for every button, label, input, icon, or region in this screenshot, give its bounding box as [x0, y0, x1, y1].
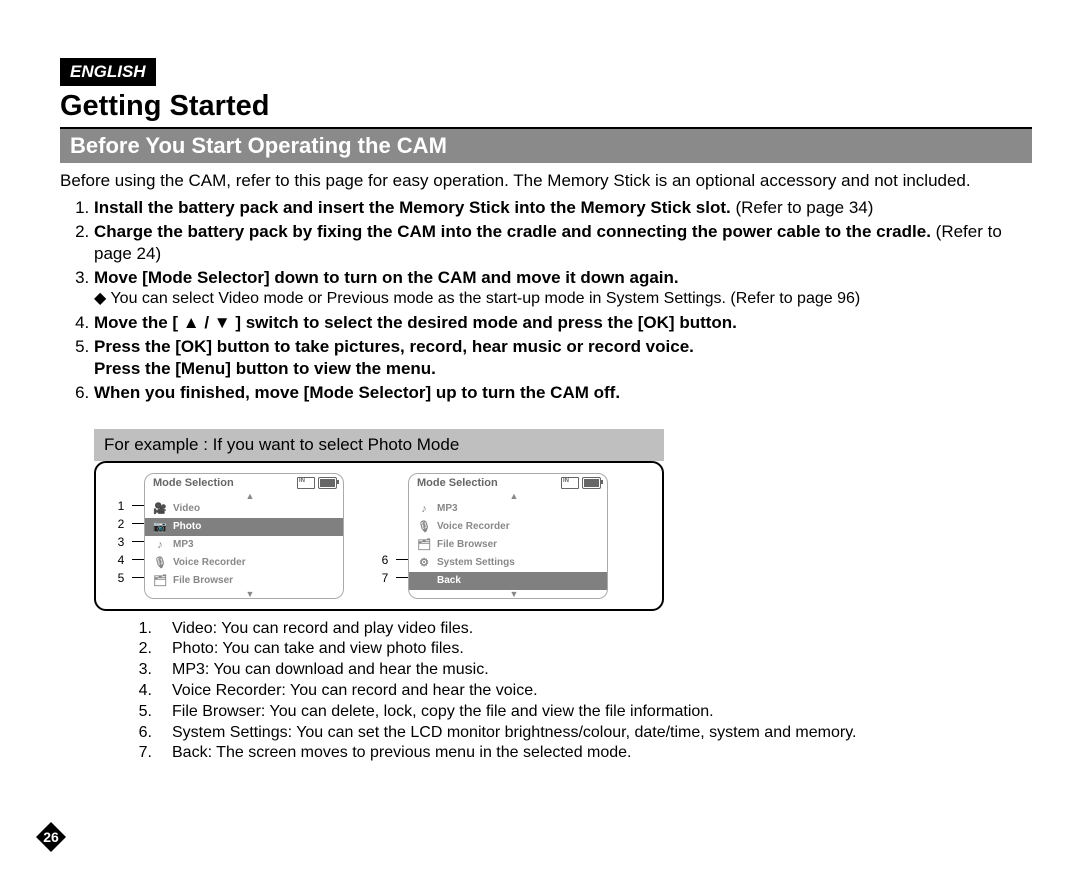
mode-item: 🗂 File Browser: [409, 536, 607, 554]
mode-item-icon: 🎙: [417, 520, 431, 533]
description-number: 2.: [134, 639, 152, 660]
battery-icon: [318, 477, 337, 489]
mode-item: ♪ MP3: [409, 500, 607, 518]
left-screen-title: Mode Selection: [153, 477, 234, 489]
mode-item-icon: 🗂: [417, 538, 431, 551]
mode-item-icon: 📷: [153, 520, 167, 533]
description-row: 1. Video: You can record and play video f…: [134, 619, 1032, 640]
description-text: Video: You can record and play video fil…: [172, 619, 473, 640]
mode-item-label: File Browser: [437, 539, 497, 550]
step-5-bold-b: Press the [Menu] button to view the menu…: [94, 359, 436, 378]
battery-icon: [582, 477, 601, 489]
mode-item-label: MP3: [437, 503, 458, 514]
step-4-bold: Move the [ ▲ / ▼ ] switch to select the …: [94, 313, 737, 332]
step-4: Move the [ ▲ / ▼ ] switch to select the …: [94, 312, 1032, 334]
intro-text: Before using the CAM, refer to this page…: [60, 171, 1032, 191]
description-list: 1. Video: You can record and play video f…: [134, 619, 1032, 765]
step-2-bold: Charge the battery pack by fixing the CA…: [94, 222, 931, 241]
memory-icon: IN: [561, 477, 579, 489]
mode-item: 📷 Photo: [145, 518, 343, 536]
mode-item-icon: 🎥: [153, 502, 167, 515]
mode-item: 🗂 File Browser: [145, 572, 343, 590]
mode-item-label: Photo: [173, 521, 201, 532]
description-number: 7.: [134, 743, 152, 764]
mode-item-label: Video: [173, 503, 200, 514]
mode-item-label: MP3: [173, 539, 194, 550]
mode-item-label: File Browser: [173, 575, 233, 586]
description-text: MP3: You can download and hear the music…: [172, 660, 489, 681]
mode-item-icon: 🗂: [153, 574, 167, 587]
description-row: 4. Voice Recorder: You can record and hea…: [134, 681, 1032, 702]
steps-list: Install the battery pack and insert the …: [60, 197, 1032, 405]
description-text: File Browser: You can delete, lock, copy…: [172, 702, 714, 723]
description-text: Photo: You can take and view photo files…: [172, 639, 464, 660]
description-number: 4.: [134, 681, 152, 702]
description-number: 1.: [134, 619, 152, 640]
arrow-up-icon: ▲: [409, 492, 607, 500]
step-2: Charge the battery pack by fixing the CA…: [94, 221, 1032, 265]
step-6: When you finished, move [Mode Selector] …: [94, 382, 1032, 404]
mode-item-label: System Settings: [437, 557, 515, 568]
right-numbers: 6 7: [374, 473, 396, 587]
page-title: Getting Started: [60, 90, 1032, 123]
step-1-bold: Install the battery pack and insert the …: [94, 198, 731, 217]
description-number: 6.: [134, 723, 152, 744]
mode-item: ⚙ System Settings: [409, 554, 607, 572]
mode-item: ♪ MP3: [145, 536, 343, 554]
step-5-bold-a: Press the [OK] button to take pictures, …: [94, 337, 694, 356]
arrow-up-icon: ▲: [145, 492, 343, 500]
right-screen-title: Mode Selection: [417, 477, 498, 489]
mode-item-icon: ⚙: [417, 556, 431, 569]
diagram: 1 2 3 4 5 Mode Selection IN: [94, 461, 664, 611]
mode-item: 🎙 Voice Recorder: [409, 518, 607, 536]
description-text: Voice Recorder: You can record and hear …: [172, 681, 538, 702]
left-numbers: 1 2 3 4 5: [110, 473, 132, 587]
description-number: 3.: [134, 660, 152, 681]
right-screen: Mode Selection IN ▲ ♪ MP3 🎙 Voice Recorder 🗂…: [408, 473, 608, 599]
mode-item-icon: ♪: [417, 503, 431, 515]
description-number: 5.: [134, 702, 152, 723]
mode-item: 🎥 Video: [145, 500, 343, 518]
description-row: 3. MP3: You can download and hear the mus…: [134, 660, 1032, 681]
mode-item: 🎙 Voice Recorder: [145, 554, 343, 572]
step-3-sub: ◆ You can select Video mode or Previous …: [108, 289, 1032, 310]
example-title: For example : If you want to select Phot…: [94, 429, 664, 461]
step-5: Press the [OK] button to take pictures, …: [94, 336, 1032, 380]
description-row: 6. System Settings: You can set the LCD m…: [134, 723, 1032, 744]
step-1-note: (Refer to page 34): [731, 198, 874, 217]
description-text: Back: The screen moves to previous menu …: [172, 743, 632, 764]
page-number: 26: [36, 822, 66, 852]
left-screen: Mode Selection IN ▲ 🎥 Video 📷 Photo ♪ MP3 🎙 Voi…: [144, 473, 344, 599]
step-3-bold: Move [Mode Selector] down to turn on the…: [94, 268, 679, 287]
language-badge: ENGLISH: [60, 58, 156, 86]
mode-item-label: Back: [437, 575, 461, 586]
mode-item-label: Voice Recorder: [173, 557, 246, 568]
section-heading: Before You Start Operating the CAM: [60, 127, 1032, 163]
description-text: System Settings: You can set the LCD mon…: [172, 723, 856, 744]
description-row: 7. Back: The screen moves to previous men…: [134, 743, 1032, 764]
arrow-down-icon: ▼: [145, 590, 343, 598]
step-1: Install the battery pack and insert the …: [94, 197, 1032, 219]
description-row: 5. File Browser: You can delete, lock, co…: [134, 702, 1032, 723]
mode-item-icon: ♪: [153, 539, 167, 551]
memory-icon: IN: [297, 477, 315, 489]
arrow-down-icon: ▼: [409, 590, 607, 598]
mode-item-label: Voice Recorder: [437, 521, 510, 532]
step-3: Move [Mode Selector] down to turn on the…: [94, 267, 1032, 310]
example-box: For example : If you want to select Phot…: [94, 429, 1032, 765]
mode-item: Back: [409, 572, 607, 590]
description-row: 2. Photo: You can take and view photo fil…: [134, 639, 1032, 660]
mode-item-icon: 🎙: [153, 556, 167, 569]
step-6-bold: When you finished, move [Mode Selector] …: [94, 383, 620, 402]
